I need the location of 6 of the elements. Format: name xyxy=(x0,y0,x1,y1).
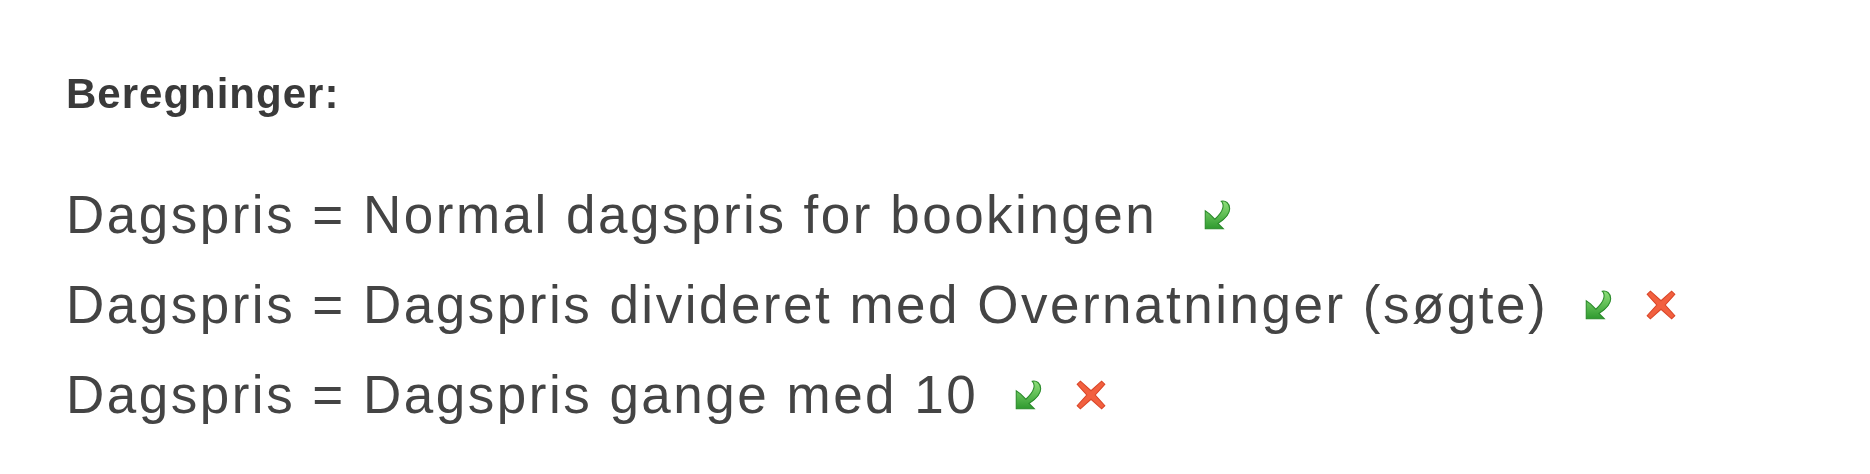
delete-icon[interactable] xyxy=(1074,378,1109,412)
calculation-text: Dagspris = Dagspris divideret med Overnatninger (søgte) xyxy=(66,274,1549,337)
calculation-text: Dagspris = Normal dagspris for bookingen xyxy=(66,184,1158,247)
section-heading: Beregninger: xyxy=(66,72,341,116)
calculation-text: Dagspris = Dagspris gange med 10 xyxy=(66,364,979,427)
delete-icon[interactable] xyxy=(1644,288,1679,322)
